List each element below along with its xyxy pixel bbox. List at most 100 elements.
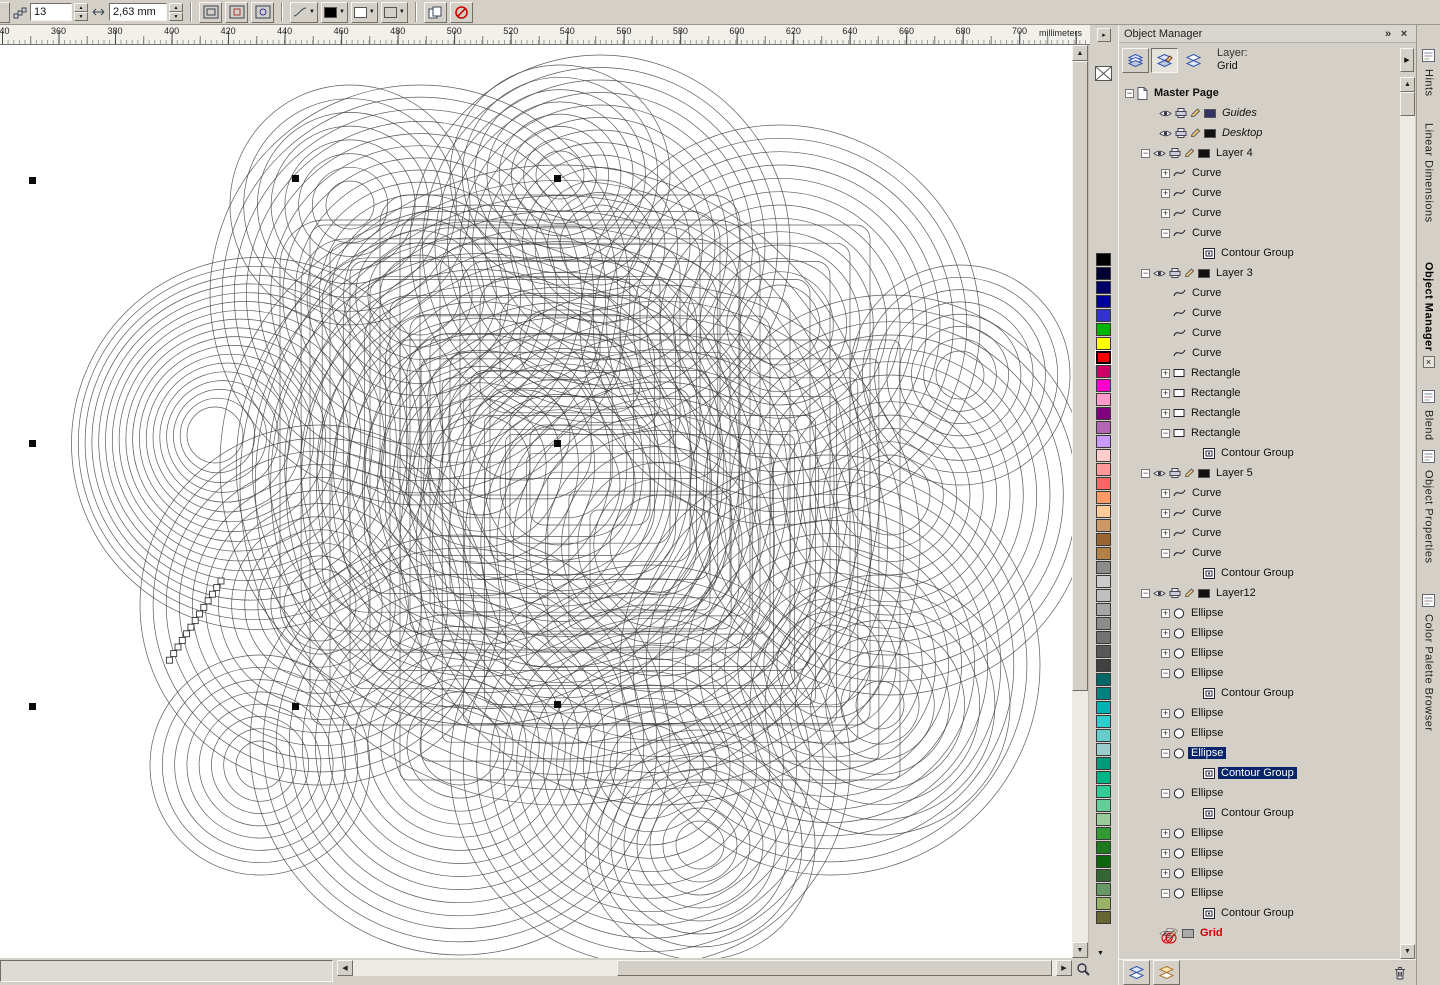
canvas-drawing[interactable] xyxy=(0,45,1072,958)
tree-scrollbar[interactable]: ▲ ▼ xyxy=(1400,77,1415,959)
docker-tab-hints[interactable]: Hints xyxy=(1422,49,1435,97)
color-swatch[interactable] xyxy=(1096,323,1111,336)
tree-item-curve[interactable]: Curve xyxy=(1119,343,1400,363)
color-swatch[interactable] xyxy=(1096,281,1111,294)
tree-scroll-down-button[interactable]: ▼ xyxy=(1400,944,1415,959)
color-swatch[interactable] xyxy=(1096,729,1111,742)
tree-item-layer-4[interactable]: −Layer 4 xyxy=(1119,143,1400,163)
linear-contour-colors-button[interactable] xyxy=(199,2,222,23)
expand-toggle-icon[interactable]: − xyxy=(1161,229,1170,238)
expand-toggle-icon[interactable]: − xyxy=(1161,429,1170,438)
expand-toggle-icon[interactable]: − xyxy=(1141,149,1150,158)
palette-scroll-up-button[interactable]: ▸ xyxy=(1097,28,1111,42)
tree-item-curve[interactable]: +Curve xyxy=(1119,503,1400,523)
expand-toggle-icon[interactable]: + xyxy=(1161,509,1170,518)
expand-toggle-icon[interactable]: − xyxy=(1161,669,1170,678)
expand-toggle-icon[interactable]: + xyxy=(1161,409,1170,418)
expand-toggle-icon[interactable]: − xyxy=(1141,469,1150,478)
tree-item-rectangle[interactable]: −Rectangle xyxy=(1119,423,1400,443)
tree-item-contour-group[interactable]: Contour Group xyxy=(1119,803,1400,823)
tree-scroll-thumb[interactable] xyxy=(1400,92,1415,116)
color-swatch[interactable] xyxy=(1096,407,1111,420)
no-color-swatch[interactable] xyxy=(1095,66,1112,81)
color-swatch[interactable] xyxy=(1096,393,1111,406)
tree-scroll-up-button[interactable]: ▲ xyxy=(1400,77,1415,92)
end-fill-color-well[interactable]: ▼ xyxy=(381,2,408,23)
object-acceleration-button[interactable]: ▼ xyxy=(290,2,318,23)
tree-item-ellipse[interactable]: −Ellipse xyxy=(1119,743,1400,763)
outline-color-well[interactable]: ▼ xyxy=(321,2,348,23)
color-swatch[interactable] xyxy=(1096,827,1111,840)
layer-color-swatch[interactable] xyxy=(1198,269,1210,278)
expand-toggle-icon[interactable]: + xyxy=(1161,209,1170,218)
color-swatch[interactable] xyxy=(1096,309,1111,322)
expand-toggle-icon[interactable]: + xyxy=(1161,369,1170,378)
expand-toggle-icon[interactable]: − xyxy=(1125,89,1134,98)
toolbar-partial-button[interactable] xyxy=(0,2,10,23)
color-swatch[interactable] xyxy=(1096,351,1111,364)
tree-item-curve[interactable]: Curve xyxy=(1119,303,1400,323)
tree-item-desktop[interactable]: Desktop xyxy=(1119,123,1400,143)
color-swatch[interactable] xyxy=(1096,435,1111,448)
contour-steps-field[interactable]: 13 xyxy=(30,3,72,21)
docker-collapse-button[interactable]: » xyxy=(1380,28,1396,40)
color-swatch[interactable] xyxy=(1096,449,1111,462)
expand-toggle-icon[interactable]: + xyxy=(1161,389,1170,398)
tree-item-ellipse[interactable]: −Ellipse xyxy=(1119,783,1400,803)
docker-tab-linear-dimensions[interactable]: Linear Dimensions xyxy=(1423,123,1435,223)
expand-toggle-icon[interactable]: − xyxy=(1161,749,1170,758)
color-swatch[interactable] xyxy=(1096,673,1111,686)
tree-item-contour-group[interactable]: Contour Group xyxy=(1119,443,1400,463)
tree-item-rectangle[interactable]: +Rectangle xyxy=(1119,403,1400,423)
docker-flyout-button[interactable]: ▶ xyxy=(1400,48,1414,72)
color-swatch[interactable] xyxy=(1096,337,1111,350)
tree-item-contour-group[interactable]: Contour Group xyxy=(1119,683,1400,703)
expand-toggle-icon[interactable]: + xyxy=(1161,529,1170,538)
tree-item-curve[interactable]: +Curve xyxy=(1119,183,1400,203)
color-swatch[interactable] xyxy=(1096,757,1111,770)
tree-item-rectangle[interactable]: +Rectangle xyxy=(1119,383,1400,403)
color-swatch[interactable] xyxy=(1096,701,1111,714)
new-layer-button[interactable] xyxy=(1123,960,1150,985)
color-swatch[interactable] xyxy=(1096,589,1111,602)
expand-toggle-icon[interactable]: − xyxy=(1161,789,1170,798)
expand-toggle-icon[interactable]: + xyxy=(1161,609,1170,618)
expand-toggle-icon[interactable]: + xyxy=(1161,489,1170,498)
horizontal-scrollbar[interactable] xyxy=(353,960,1056,976)
tree-item-ellipse[interactable]: −Ellipse xyxy=(1119,883,1400,903)
color-swatch[interactable] xyxy=(1096,869,1111,882)
horizontal-scroll-thumb[interactable] xyxy=(617,960,1052,976)
color-swatch[interactable] xyxy=(1096,477,1111,490)
palette-scroll-down-button[interactable]: ▼ xyxy=(1097,950,1104,957)
color-swatch[interactable] xyxy=(1096,463,1111,476)
color-swatch[interactable] xyxy=(1096,645,1111,658)
layer-color-swatch[interactable] xyxy=(1198,469,1210,478)
color-swatch[interactable] xyxy=(1096,855,1111,868)
tree-item-curve[interactable]: +Curve xyxy=(1119,163,1400,183)
tree-item-ellipse[interactable]: +Ellipse xyxy=(1119,603,1400,623)
spin-up-icon[interactable]: ▲ xyxy=(169,3,183,12)
docker-tab-object-manager[interactable]: Object Manager× xyxy=(1423,262,1435,368)
spin-down-icon[interactable]: ▼ xyxy=(169,12,183,21)
color-swatch[interactable] xyxy=(1096,883,1111,896)
tree-item-ellipse[interactable]: −Ellipse xyxy=(1119,663,1400,683)
color-swatch[interactable] xyxy=(1096,547,1111,560)
color-swatch[interactable] xyxy=(1096,715,1111,728)
color-swatch[interactable] xyxy=(1096,687,1111,700)
tree-item-contour-group[interactable]: Contour Group xyxy=(1119,763,1400,783)
expand-toggle-icon[interactable]: + xyxy=(1161,729,1170,738)
color-swatch[interactable] xyxy=(1096,267,1111,280)
tree-item-curve[interactable]: +Curve xyxy=(1119,523,1400,543)
expand-toggle-icon[interactable]: + xyxy=(1161,629,1170,638)
color-swatch[interactable] xyxy=(1096,785,1111,798)
expand-toggle-icon[interactable]: + xyxy=(1161,709,1170,718)
tree-item-grid[interactable]: Grid xyxy=(1119,923,1400,943)
scroll-left-button[interactable]: ◀ xyxy=(337,960,353,976)
tree-item-curve[interactable]: Curve xyxy=(1119,323,1400,343)
fill-color-well[interactable]: ▼ xyxy=(351,2,378,23)
scroll-right-button[interactable]: ▶ xyxy=(1056,960,1072,976)
delete-button[interactable] xyxy=(1386,960,1413,985)
expand-toggle-icon[interactable]: + xyxy=(1161,649,1170,658)
new-master-layer-button[interactable] xyxy=(1153,960,1180,985)
color-swatch[interactable] xyxy=(1096,771,1111,784)
